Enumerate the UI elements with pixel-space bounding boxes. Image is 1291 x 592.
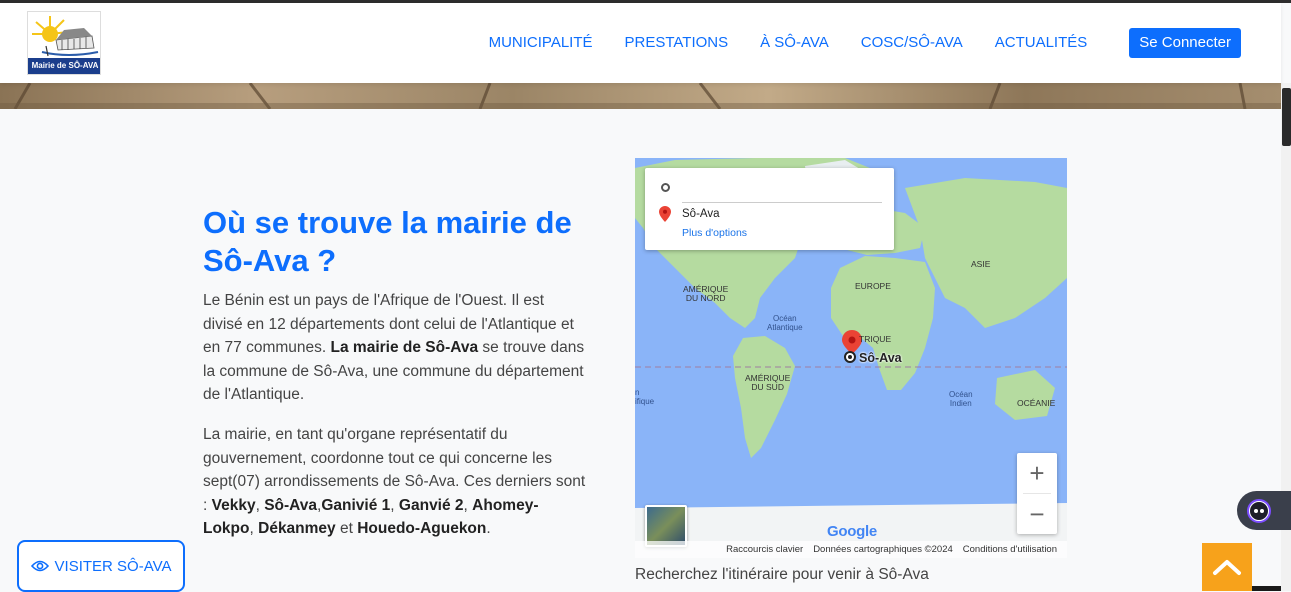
google-map[interactable]: AMÉRIQUE DU NORD AMÉRIQUE DU SUD EUROPE AS… [635,158,1067,558]
hero-image [0,83,1281,109]
chatbot-icon [1247,499,1271,523]
arr-sep: , [390,496,399,514]
page-scrollbar-thumb[interactable] [1282,88,1291,146]
arrondissements-paragraph: La mairie, en tant qu'organe représentat… [203,423,588,541]
label-line: Atlantique [767,323,803,332]
eye-icon [30,559,49,573]
arr-name: Ganvié 2 [398,496,464,514]
section-heading: Où se trouve la mairie de Sô-Ava ? [203,205,572,278]
visit-label: VISITER SÔ-AVA [54,557,172,575]
arr-sep: , [249,520,259,537]
arr-name: Houedo-Aguekon [357,520,487,537]
label-line: Indien [949,399,972,408]
label-europe: EUROPE [855,281,891,291]
arr-sep: et [335,520,358,537]
google-logo-text: Google [827,523,877,540]
label-north-america: AMÉRIQUE DU NORD [683,285,728,303]
label-indian: Océan Indien [949,390,973,408]
label-line: Océan [949,390,973,399]
arr-sep: , [255,496,265,514]
more-options-link[interactable]: Plus d'options [682,227,747,239]
label-atlantic: Océan Atlantique [767,314,803,332]
zoom-in-button[interactable]: + [1017,453,1057,493]
navbar: Mairie de SÔ-AVA MUNICIPALITÉ PRESTATION… [0,3,1281,83]
nav-actualites[interactable]: ACTUALITÉS [995,28,1088,58]
destination-pin-icon [659,206,671,222]
label-line: DU SUD [751,382,784,392]
label-line: ifique [635,397,655,406]
label-line: Océan [773,314,797,323]
map-footer: Raccourcis clavier Données cartographiqu… [635,541,1067,558]
nav-prestations[interactable]: PRESTATIONS [625,28,729,58]
arr-name: Dékanmey [258,520,336,537]
directions-panel: Sô-Ava Plus d'options [645,168,894,250]
terms-link[interactable]: Conditions d'utilisation [963,544,1057,555]
origin-dot-icon [661,183,670,192]
zoom-out-button[interactable]: − [1017,494,1057,534]
back-to-top-button[interactable] [1202,543,1252,591]
nav-municipalite[interactable]: MUNICIPALITÉ [489,28,593,58]
chat-widget[interactable] [1237,491,1291,530]
nav-a-so-ava[interactable]: À SÔ-AVA [760,28,829,58]
origin-input[interactable] [682,202,882,203]
nav-cosc-so-ava[interactable]: COSC/SÔ-AVA [861,28,963,58]
keyboard-shortcuts-link[interactable]: Raccourcis clavier [726,544,803,555]
label-asia: ASIE [971,259,991,269]
intro-paragraph: Le Bénin est un pays de l'Afrique de l'O… [203,289,588,407]
zoom-controls: + − [1017,453,1057,534]
destination-text: Sô-Ava [682,208,720,220]
arr-end: . [486,520,491,537]
label-pacific: n ifique [635,388,654,406]
visit-so-ava-button[interactable]: VISITER SÔ-AVA [17,540,185,592]
logo-caption: Mairie de SÔ-AVA [28,58,100,74]
hero-image-strip [0,83,1281,109]
login-button[interactable]: Se Connecter [1129,28,1241,58]
arr-sep: , [463,496,473,514]
map-data-attribution: Données cartographiques ©2024 [813,544,953,555]
label-line: n [635,388,640,397]
logo-sun-icon [28,12,100,60]
chevron-up-icon [1213,560,1241,575]
label-oceania: OCÉANIE [1017,398,1056,408]
label-line: DU NORD [685,293,726,303]
site-logo[interactable]: Mairie de SÔ-AVA [27,11,101,75]
label-africa: TRIQUE [859,334,892,344]
map-caption: Recherchez l'itinéraire pour venir à Sô-… [635,566,929,583]
arr-name: Vekky [211,496,256,514]
map-pin-label: Sô-Ava [859,351,902,365]
intro-text-bold: La mairie de Sô-Ava [330,339,479,356]
label-south-america: AMÉRIQUE DU SUD [745,374,790,392]
main-nav: MUNICIPALITÉ PRESTATIONS À SÔ-AVA COSC/S… [457,28,1241,58]
arr-name: Sô-Ava [264,496,318,514]
arr-name: Ganivié 1 [321,496,391,514]
google-logo: Google [827,523,877,540]
